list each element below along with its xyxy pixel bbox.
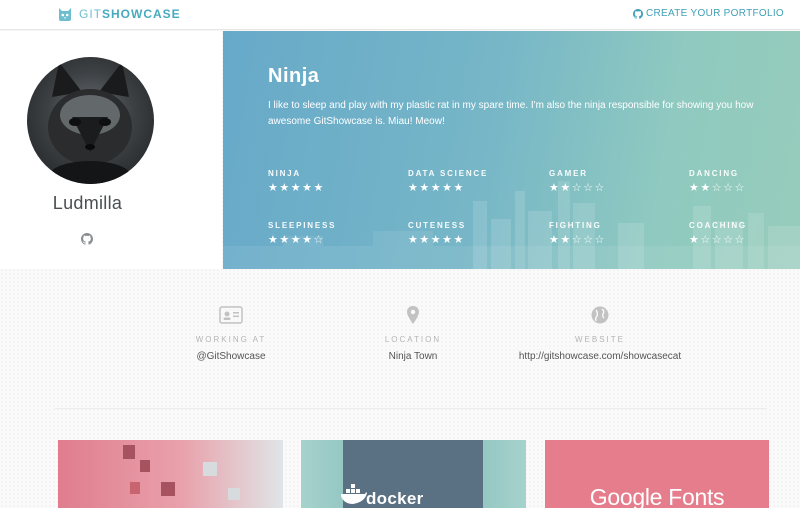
hero-title: Ninja [268, 65, 320, 87]
skill-name: GAMER [549, 169, 588, 178]
github-icon [633, 8, 643, 19]
website-link[interactable]: http://gitshowcase.com/showcasecat [500, 351, 700, 362]
create-portfolio-label: CREATE YOUR PORTFOLIO [646, 8, 784, 19]
location-value: Ninja Town [388, 351, 438, 362]
map-pin-icon [407, 306, 419, 324]
hero-description: I like to sleep and play with my plastic… [268, 100, 754, 127]
docker-wordmark: docker [366, 489, 424, 508]
location-label: LOCATION [384, 335, 442, 344]
skill-name: FIGHTING [549, 221, 602, 230]
user-name: Ludmilla [52, 193, 123, 213]
docker-whale-icon [341, 484, 367, 504]
skill-cuteness: CUTENESS ★★★★★ [408, 221, 538, 246]
google-fonts-wordmark: Google Fonts [589, 484, 725, 508]
skill-data-science: DATA SCIENCE ★★★★★ [408, 169, 538, 194]
info-location: LOCATION Ninja Town [343, 305, 483, 362]
skill-stars: ★★★★☆ [268, 234, 325, 246]
github-profile-icon[interactable] [81, 233, 93, 245]
globe-icon [591, 306, 609, 324]
skill-sleepiness: SLEEPINESS ★★★★☆ [268, 221, 398, 246]
cat-logo-icon [59, 8, 71, 21]
skill-name: DATA SCIENCE [408, 169, 489, 178]
skill-name: CUTENESS [408, 221, 466, 230]
skill-name: SLEEPINESS [268, 221, 337, 230]
skill-coaching: COACHING ★☆☆☆☆ [689, 221, 800, 246]
logo-text-bold: SHOWCASE [102, 7, 181, 21]
skill-stars: ★★☆☆☆ [689, 182, 746, 194]
id-card-icon [219, 306, 243, 324]
skill-name: COACHING [689, 221, 747, 230]
skill-stars: ★★☆☆☆ [549, 234, 606, 246]
skill-dancing: DANCING ★★☆☆☆ [689, 169, 800, 194]
divider [55, 408, 767, 409]
info-working-at: WORKING AT @GitShowcase [161, 305, 301, 362]
logo[interactable]: GITSHOWCASE [57, 6, 181, 22]
skill-gamer: GAMER ★★☆☆☆ [549, 169, 679, 194]
working-at-value: @GitShowcase [196, 351, 266, 362]
create-portfolio-link[interactable]: CREATE YOUR PORTFOLIO [633, 8, 784, 19]
profile-card: Ludmilla [0, 31, 222, 269]
info-website: WEBSITE http://gitshowcase.com/showcasec… [500, 305, 700, 362]
skill-stars: ★★★★★ [408, 234, 465, 246]
skill-ninja: NINJA ★★★★★ [268, 169, 398, 194]
project-card-1[interactable] [58, 440, 283, 508]
website-label: WEBSITE [574, 335, 625, 344]
project-card-docker[interactable]: docker [301, 440, 526, 508]
avatar [27, 57, 154, 184]
working-at-label: WORKING AT [195, 335, 267, 344]
skill-name: DANCING [689, 169, 739, 178]
hero-banner: Ninja I like to sleep and play with my p… [223, 31, 800, 269]
skill-stars: ★★☆☆☆ [549, 182, 606, 194]
top-bar: GITSHOWCASE CREATE YOUR PORTFOLIO [0, 0, 800, 30]
skill-stars: ★☆☆☆☆ [689, 234, 746, 246]
skill-stars: ★★★★★ [408, 182, 465, 194]
skill-name: NINJA [268, 169, 302, 178]
pixel-art-thumbnail [123, 445, 240, 500]
project-card-google-fonts[interactable]: Google Fonts [545, 440, 769, 508]
skill-fighting: FIGHTING ★★☆☆☆ [549, 221, 679, 246]
logo-text-light: GIT [79, 7, 102, 21]
skill-stars: ★★★★★ [268, 182, 325, 194]
cat-photo [48, 62, 132, 184]
